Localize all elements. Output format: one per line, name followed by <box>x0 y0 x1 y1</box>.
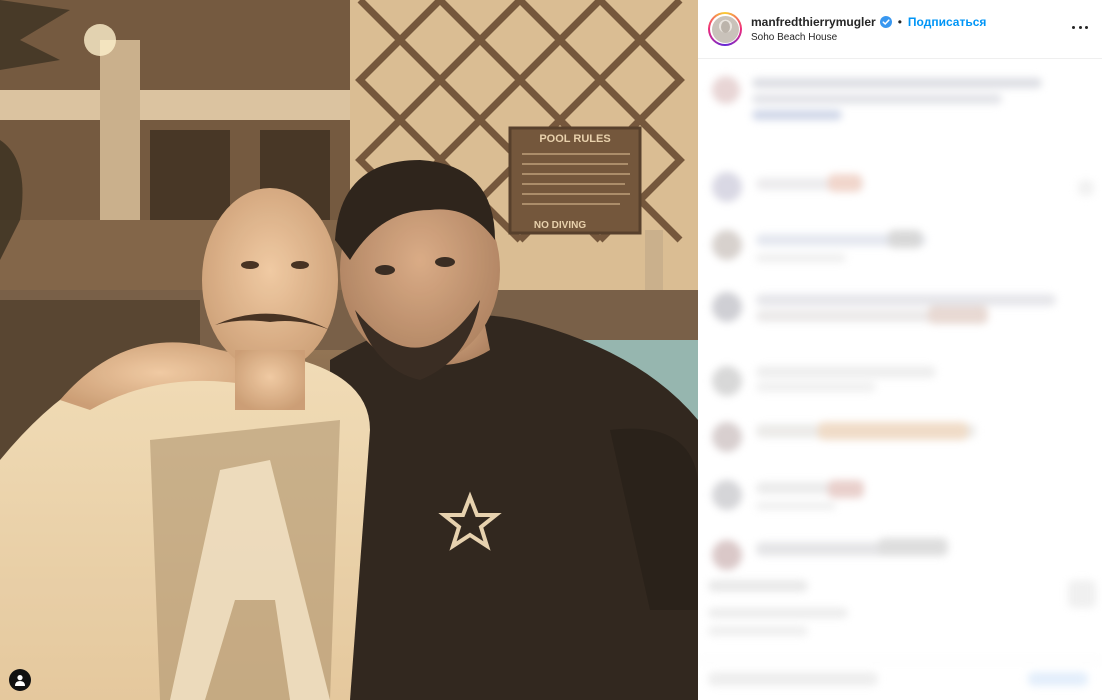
header-divider <box>698 58 1102 59</box>
user-tag-icon <box>15 675 25 686</box>
avatar-image <box>711 15 739 43</box>
location-link[interactable]: Soho Beach House <box>751 32 837 43</box>
username-link[interactable]: manfredthierrymugler <box>751 15 876 29</box>
user-tag-button[interactable] <box>9 669 31 691</box>
post-side-panel: manfredthierrymugler • Подписаться Soho … <box>698 0 1102 700</box>
comments-list-blurred <box>698 60 1102 700</box>
verified-badge-icon <box>879 16 892 28</box>
header-separator: • <box>897 15 902 29</box>
post-header: manfredthierrymugler • Подписаться Soho … <box>698 0 1102 58</box>
photo-scene: POOL RULES NO DIVING <box>0 0 698 700</box>
post-photo[interactable]: POOL RULES NO DIVING <box>0 0 698 700</box>
more-options-icon[interactable] <box>1072 22 1088 32</box>
follow-button[interactable]: Подписаться <box>908 15 986 29</box>
avatar[interactable] <box>708 12 742 46</box>
